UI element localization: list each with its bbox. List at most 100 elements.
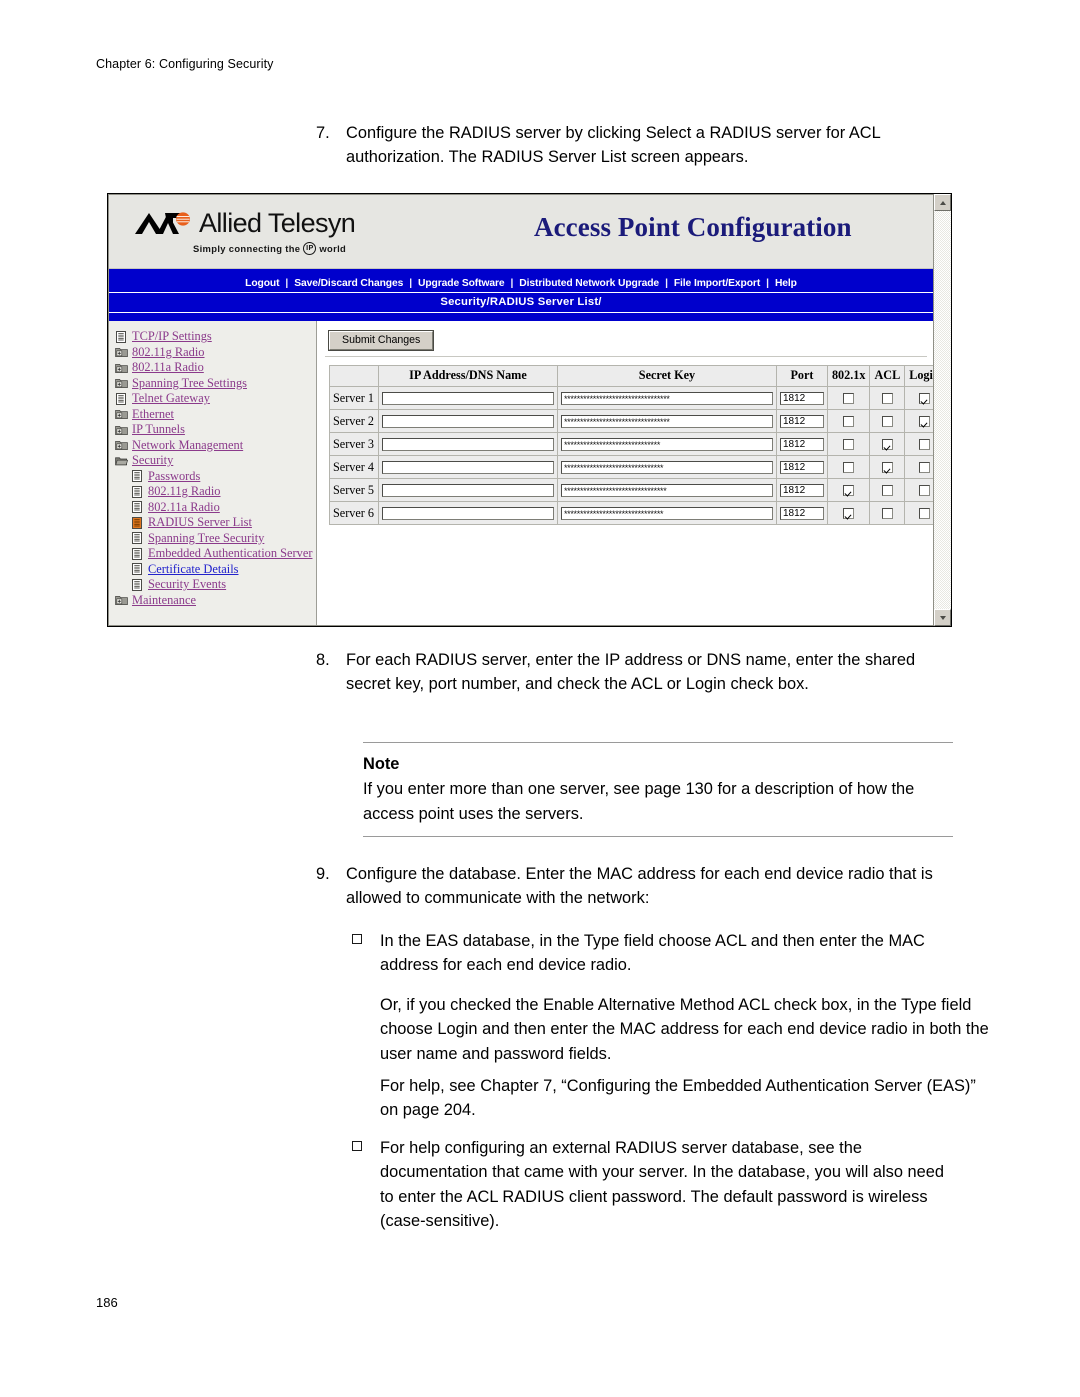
paragraph-alternative-method: Or, if you checked the Enable Alternativ… [380,996,989,1063]
sidebar-item-network-management[interactable]: Network Management [115,438,316,454]
acl-checkbox[interactable] [881,484,893,496]
column-header-dot1x: 802.1x [826,365,871,387]
sidebar-item-label: IP Tunnels [132,422,185,437]
brand-tagline: Simply connecting the IP world [193,241,355,255]
secret-key-input[interactable]: ******************************** [560,483,773,497]
secret-key-input[interactable]: ******************************* [560,460,773,474]
dot1x-checkbox[interactable] [843,392,855,404]
sidebar-item-802-11a-radio[interactable]: 802.11a Radio [115,500,316,516]
sidebar-item-label: Network Management [132,437,244,452]
ip-address-input[interactable] [381,506,554,520]
acl-checkbox[interactable] [881,392,893,404]
login-checkbox[interactable] [918,507,930,519]
login-checkbox-cell [904,478,933,502]
row-label: Server 3 [329,432,379,456]
step-9-text: Configure the database. Enter the MAC ad… [346,865,933,908]
sidebar-item-ethernet[interactable]: Ethernet [115,407,316,423]
note-text: If you enter more than one server, see p… [363,780,915,823]
folder-plus-icon [115,377,128,389]
sidebar-item-telnet-gateway[interactable]: Telnet Gateway [115,391,316,407]
page-body: TCP/IP Settings 802.11g Radio 802.11a Radi… [109,321,933,625]
sidebar-item-label: Certificate Details [148,561,239,576]
access-point-configuration-screenshot: Allied Telesyn Simply connecting the IP … [107,193,952,627]
dot1x-checkbox[interactable] [843,484,855,496]
dot1x-checkbox[interactable] [843,461,855,473]
acl-checkbox[interactable] [881,461,893,473]
ip-address-input[interactable] [381,460,554,474]
global-menu: Logout | Save/Discard Changes | Upgrade Soft… [109,276,933,292]
menu-item-logout[interactable]: Logout [239,278,285,289]
port-input-cell: 1812 [775,501,828,525]
port-input[interactable]: 1812 [779,414,824,428]
dot1x-checkbox[interactable] [843,438,855,450]
acl-checkbox[interactable] [881,438,893,450]
secret-key-input[interactable]: ******************************* [560,506,773,520]
menu-separator: | [665,278,668,289]
folder-plus-icon [115,439,128,451]
main-content: Submit Changes IP Address/DNS Name Secre… [317,321,933,625]
sidebar-item-maintenance[interactable]: Maintenance [115,593,316,609]
menu-item-file-import-export[interactable]: File Import/Export [668,278,766,289]
folder-plus-icon [115,408,128,420]
secret-key-input[interactable]: ****************************** [560,437,773,451]
ip-address-input-cell [377,501,558,525]
login-checkbox[interactable] [918,484,930,496]
sidebar-item-ip-tunnels[interactable]: IP Tunnels [115,422,316,438]
ip-address-input[interactable] [381,414,554,428]
acl-checkbox[interactable] [881,507,893,519]
menu-item-upgrade-software[interactable]: Upgrade Software [412,278,511,289]
sidebar-item-radius-server-list[interactable]: RADIUS Server List [115,515,316,531]
ip-world-icon: IP [303,241,317,255]
nav-top-spacer [109,269,933,276]
running-head: Chapter 6: Configuring Security [96,57,274,71]
sidebar-item-security-events[interactable]: Security Events [115,577,316,593]
table-header: IP Address/DNS Name Secret Key Port 802.… [329,365,933,387]
port-input[interactable]: 1812 [779,391,824,405]
page-number: 186 [96,1295,118,1310]
port-input[interactable]: 1812 [779,437,824,451]
scroll-down-arrow-icon[interactable] [934,609,951,626]
sidebar-item-embedded-authentication-server[interactable]: Embedded Authentication Server [115,546,316,562]
table-row: Server 2 ********************************… [329,409,933,433]
folder-plus-icon [115,424,128,436]
login-checkbox[interactable] [918,392,930,404]
sidebar-item-802-11g-radio[interactable]: 802.11g Radio [115,484,316,500]
column-header-secret-key: Secret Key [556,365,777,387]
port-input[interactable]: 1812 [779,460,824,474]
dot1x-checkbox[interactable] [843,415,855,427]
menu-item-save-discard-changes[interactable]: Save/Discard Changes [288,278,409,289]
dot1x-checkbox-cell [826,478,871,502]
column-header-ip-address: IP Address/DNS Name [377,365,558,387]
sidebar-item-spanning-tree-settings[interactable]: Spanning Tree Settings [115,376,316,392]
port-input[interactable]: 1812 [779,483,824,497]
sidebar-item-label: Telnet Gateway [132,391,210,406]
sidebar-item-label: 802.11a Radio [132,360,204,375]
ip-address-input[interactable] [381,391,554,405]
secret-key-input[interactable]: ********************************* [560,414,773,428]
secret-key-input[interactable]: ********************************* [560,391,773,405]
acl-checkbox[interactable] [881,415,893,427]
sidebar-item-security[interactable]: Security [115,453,316,469]
login-checkbox[interactable] [918,415,930,427]
sidebar-item-spanning-tree-security[interactable]: Spanning Tree Security [115,531,316,547]
login-checkbox[interactable] [918,438,930,450]
menu-item-help[interactable]: Help [769,278,803,289]
sidebar-item-802-11a-radio[interactable]: 802.11a Radio [115,360,316,376]
menu-item-distributed-network-upgrade[interactable]: Distributed Network Upgrade [513,278,665,289]
vertical-scrollbar[interactable] [933,194,951,626]
sidebar-item-certificate-details[interactable]: Certificate Details [115,562,316,578]
submit-changes-button[interactable]: Submit Changes [327,330,435,351]
port-input[interactable]: 1812 [779,506,824,520]
sidebar-item-tcp-ip-settings[interactable]: TCP/IP Settings [115,329,316,345]
menu-separator: | [766,278,769,289]
sidebar-item-802-11g-radio[interactable]: 802.11g Radio [115,345,316,361]
column-header-rowlabel [329,365,379,387]
scroll-up-arrow-icon[interactable] [934,194,951,211]
ip-address-input[interactable] [381,483,554,497]
bullet-1-text: In the EAS database, in the Type field c… [380,932,925,975]
login-checkbox[interactable] [918,461,930,473]
ip-address-input[interactable] [381,437,554,451]
sidebar-item-passwords[interactable]: Passwords [115,469,316,485]
step-8: 8. For each RADIUS server, enter the IP … [316,648,956,697]
dot1x-checkbox[interactable] [843,507,855,519]
